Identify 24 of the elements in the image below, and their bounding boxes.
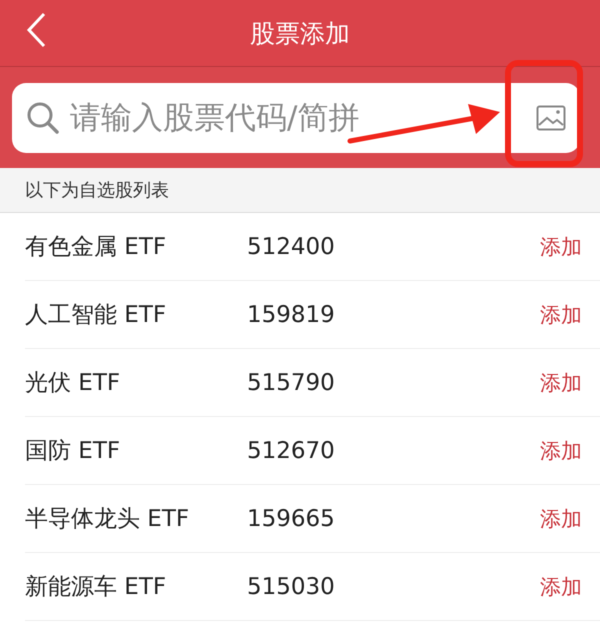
fund-name: 半导体龙头 ETF	[25, 505, 190, 534]
fund-code: 512670	[247, 438, 336, 464]
fund-name: 有色金属 ETF	[25, 233, 168, 262]
fund-code: 512400	[247, 234, 336, 260]
add-link[interactable]: 添加	[540, 368, 582, 396]
search-bar[interactable]: 请输入股票代码/简拼	[12, 82, 580, 152]
fund-name: 国防 ETF	[25, 437, 122, 466]
add-link[interactable]: 添加	[540, 300, 582, 328]
fund-name: 人工智能 ETF	[25, 301, 168, 330]
search-icon	[26, 100, 60, 134]
add-link[interactable]: 添加	[540, 504, 582, 532]
fund-code: 515790	[247, 370, 336, 396]
fund-name: 新能源车 ETF	[25, 573, 168, 602]
image-icon[interactable]	[536, 104, 566, 130]
add-link[interactable]: 添加	[540, 436, 582, 464]
page-title: 股票添加	[250, 18, 350, 50]
add-link[interactable]: 添加	[540, 572, 582, 600]
fund-name: 光伏 ETF	[25, 369, 122, 398]
back-icon[interactable]	[24, 10, 48, 50]
fund-code: 515030	[247, 574, 336, 600]
fund-code: 159819	[247, 302, 336, 328]
section-title: 以下为自选股列表	[25, 179, 169, 202]
add-link[interactable]: 添加	[540, 232, 582, 260]
fund-code: 159665	[247, 506, 336, 532]
